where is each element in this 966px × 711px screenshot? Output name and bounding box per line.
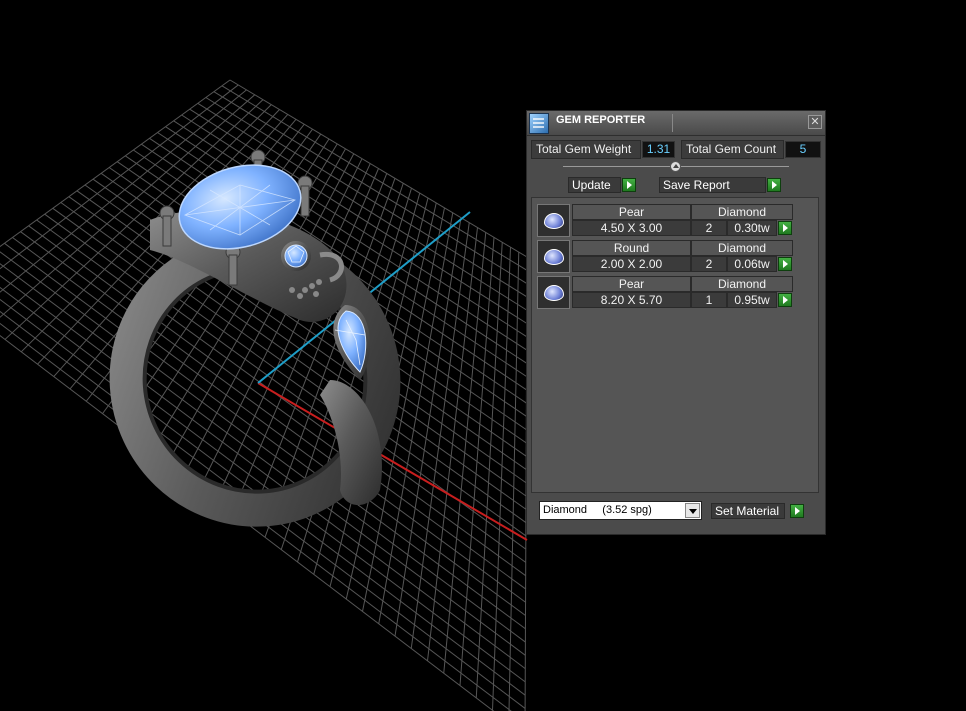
gem-size: 8.20 X 5.70 [572,292,691,308]
gem-material: Diamond [691,204,793,220]
material-dropdown[interactable]: Diamond (3.52 spg) [539,501,702,520]
pear-gem-icon [537,204,570,237]
pear-gem-icon [537,276,570,309]
grid-line [508,252,520,711]
title-bar[interactable]: GEM REPORTER ✕ [527,111,825,136]
slider-handle[interactable] [670,161,681,172]
close-icon[interactable]: ✕ [808,115,822,129]
gem-go-icon[interactable] [778,293,792,307]
gem-material: Diamond [691,240,793,256]
chevron-down-icon[interactable] [685,503,700,518]
gem-go-icon[interactable] [778,257,792,271]
gem-material: Diamond [691,276,793,292]
list-item[interactable]: Pear Diamond 8.20 X 5.70 1 0.95tw [537,276,795,310]
grid-line [443,232,487,674]
list-item[interactable]: Pear Diamond 4.50 X 3.00 2 0.30tw [537,204,795,238]
title-divider [672,114,673,132]
gem-count: 1 [691,292,727,308]
set-material-go-icon[interactable] [790,504,804,518]
ring-model[interactable] [84,149,426,552]
gem-shape: Round [572,240,691,256]
set-material-button[interactable]: Set Material [711,503,785,519]
gem-size: 2.00 X 2.00 [572,256,691,272]
gem-count: 2 [691,220,727,236]
grid-line [410,222,470,649]
material-selected-value: Diamond (3.52 spg) [543,504,652,516]
window-title: GEM REPORTER [556,114,646,126]
gem-weight: 0.30tw [727,220,777,236]
update-go-icon[interactable] [622,178,636,192]
round-gem-icon [537,240,570,273]
gem-reporter-panel: GEM REPORTER ✕ Total Gem Weight 1.31 Tot… [526,110,826,535]
gem-size: 4.50 X 3.00 [572,220,691,236]
grid-line [0,286,526,683]
save-report-go-icon[interactable] [767,178,781,192]
grid-line [0,263,526,656]
grid-line [475,242,503,698]
gem-shape: Pear [572,204,691,220]
gem-go-icon[interactable] [778,221,792,235]
gem-count: 2 [691,256,727,272]
gem-list: Pear Diamond 4.50 X 3.00 2 0.30tw Round … [531,197,819,493]
total-gem-weight-value: 1.31 [642,141,675,158]
gem-reporter-app-icon [529,113,549,134]
update-button[interactable]: Update [568,177,621,193]
gem-shape: Pear [572,276,691,292]
total-gem-weight-label: Total Gem Weight [531,140,641,159]
save-report-button[interactable]: Save Report [659,177,766,193]
gem-weight: 0.95tw [727,292,777,308]
list-item[interactable]: Round Diamond 2.00 X 2.00 2 0.06tw [537,240,795,274]
total-gem-count-label: Total Gem Count [681,140,784,159]
gem-weight: 0.06tw [727,256,777,272]
total-gem-count-value: 5 [785,141,821,158]
